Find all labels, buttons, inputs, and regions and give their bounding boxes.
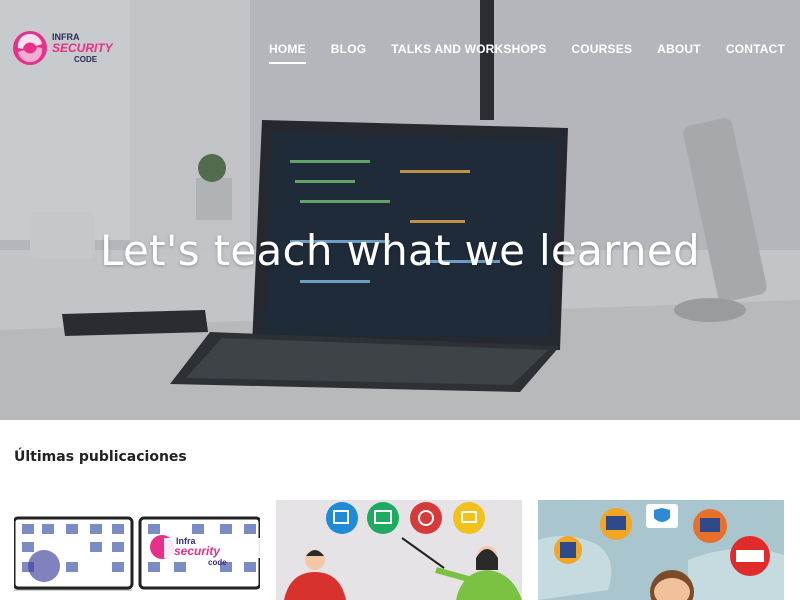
nav-courses[interactable]: COURSES bbox=[571, 40, 632, 60]
nav-home[interactable]: HOME bbox=[268, 40, 306, 64]
main-nav: HOME BLOG TALKS AND WORKSHOPS COURSES AB… bbox=[268, 40, 800, 64]
nav-contact[interactable]: CONTACT bbox=[726, 40, 785, 60]
logo-text-security: SECURITY bbox=[52, 41, 113, 55]
post-card-1[interactable]: Infra security code bbox=[14, 500, 260, 600]
latest-posts-heading: Últimas publicaciones bbox=[14, 449, 187, 465]
post-thumbnail-security-grid bbox=[14, 516, 260, 591]
nav-blog[interactable]: BLOG bbox=[331, 40, 366, 60]
nav-about[interactable]: ABOUT bbox=[657, 40, 701, 60]
post-card-2[interactable] bbox=[276, 500, 522, 600]
nav-talks-and-workshops[interactable]: TALKS AND WORKSHOPS bbox=[391, 40, 546, 60]
logo-text-code: CODE bbox=[74, 55, 98, 64]
thumbnail-logo-code: code bbox=[208, 558, 227, 567]
thumbnail-logo-security: security bbox=[174, 544, 221, 558]
post-card-3[interactable] bbox=[538, 500, 784, 600]
post-thumbnail-world-security bbox=[538, 500, 784, 600]
hero-banner: INFRA SECURITY CODE HOME BLOG TALKS AND … bbox=[0, 0, 800, 420]
post-thumbnail-presentation bbox=[284, 502, 522, 600]
hero-overlay bbox=[0, 0, 800, 420]
hero-title: Let's teach what we learned bbox=[100, 226, 700, 275]
site-logo[interactable]: INFRA SECURITY CODE bbox=[12, 30, 113, 66]
